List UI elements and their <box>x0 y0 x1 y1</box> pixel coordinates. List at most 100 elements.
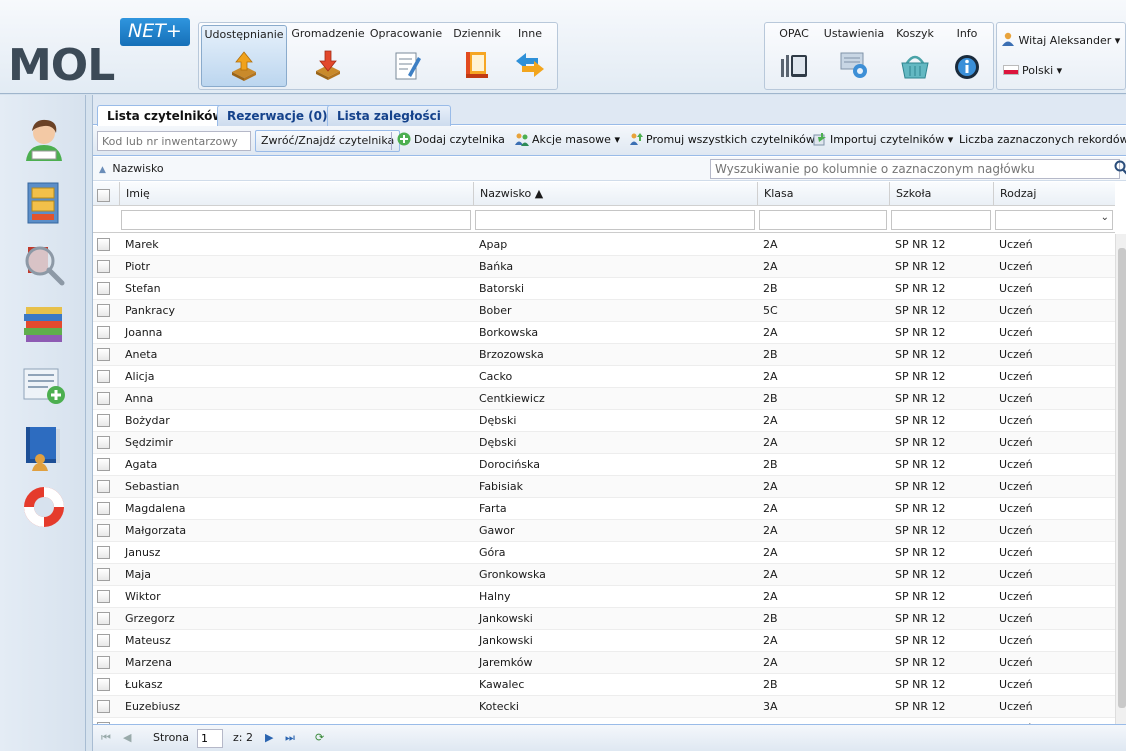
row-checkbox[interactable] <box>97 678 110 691</box>
row-checkbox[interactable] <box>97 304 110 317</box>
row-checkbox[interactable] <box>97 546 110 559</box>
import-readers-button[interactable]: Importuj czytelników ▾ <box>813 131 953 151</box>
nav-info[interactable]: Info <box>945 25 989 87</box>
nav-koszyk[interactable]: Koszyk <box>889 25 941 87</box>
table-row[interactable]: Wiktor Halny 2A SP NR 12 Uczeń <box>93 586 1115 608</box>
row-checkbox[interactable] <box>97 436 110 449</box>
language-menu[interactable]: Polski ▾ <box>1003 64 1062 77</box>
table-row[interactable]: Agata Dorocińska 2B SP NR 12 Uczeń <box>93 454 1115 476</box>
nav-opracowanie[interactable]: Opracowanie <box>367 25 445 87</box>
table-row[interactable]: Stefan Batorski 2B SP NR 12 Uczeń <box>93 278 1115 300</box>
row-checkbox[interactable] <box>97 480 110 493</box>
vertical-scrollbar[interactable] <box>1115 234 1126 724</box>
user-menu[interactable]: Witaj Aleksander ▾ <box>1001 32 1120 47</box>
filter-klasa[interactable] <box>759 210 887 230</box>
promote-all-button[interactable]: Promuj wszystkich czytelników <box>629 131 815 151</box>
tab-rezerwacje[interactable]: Rezerwacje (0) <box>217 105 338 126</box>
table-row[interactable]: Bożydar Dębski 2A SP NR 12 Uczeń <box>93 410 1115 432</box>
next-page-icon[interactable]: ▶ <box>265 731 273 744</box>
books-stack-icon[interactable] <box>20 299 68 347</box>
header-rodzaj[interactable]: Rodzaj <box>993 182 1115 206</box>
row-checkbox[interactable] <box>97 590 110 603</box>
cell-imie: Sebastian <box>125 480 180 493</box>
add-reader-button[interactable]: Dodaj czytelnika <box>397 131 505 151</box>
table-row[interactable]: Anna Centkiewicz 2B SP NR 12 Uczeń <box>93 388 1115 410</box>
table-row[interactable]: Grzegorz Jankowski 2B SP NR 12 Uczeń <box>93 608 1115 630</box>
lifebuoy-help-icon[interactable] <box>20 483 68 531</box>
header-klasa[interactable]: Klasa <box>757 182 889 206</box>
prev-page-icon[interactable]: ◀ <box>123 731 131 744</box>
select-all-checkbox[interactable] <box>97 189 110 202</box>
group-by-nazwisko[interactable]: ▲ Nazwisko <box>99 162 164 175</box>
row-checkbox[interactable] <box>97 568 110 581</box>
filter-imie[interactable] <box>121 210 471 230</box>
row-checkbox[interactable] <box>97 238 110 251</box>
cell-szkola: SP NR 12 <box>895 480 946 493</box>
row-checkbox[interactable] <box>97 348 110 361</box>
column-search-input[interactable] <box>710 159 1120 179</box>
cell-rodzaj: Uczeń <box>999 392 1033 405</box>
row-checkbox[interactable] <box>97 326 110 339</box>
table-row[interactable]: Janusz Góra 2A SP NR 12 Uczeń <box>93 542 1115 564</box>
row-checkbox[interactable] <box>97 700 110 713</box>
row-checkbox[interactable] <box>97 458 110 471</box>
table-row[interactable]: Mateusz Jankowski 2A SP NR 12 Uczeń <box>93 630 1115 652</box>
first-page-icon[interactable]: ⏮ <box>101 731 111 745</box>
table-row[interactable]: Pankracy Bober 5C SP NR 12 Uczeń <box>93 300 1115 322</box>
nav-ustawienia[interactable]: Ustawienia <box>821 25 887 87</box>
table-row[interactable]: Sebastian Fabisiak 2A SP NR 12 Uczeń <box>93 476 1115 498</box>
nav-gromadzenie[interactable]: Gromadzenie <box>291 25 365 87</box>
scrollbar-thumb[interactable] <box>1118 248 1126 708</box>
table-row[interactable]: Piotr Bańka 2A SP NR 12 Uczeń <box>93 256 1115 278</box>
nav-opac[interactable]: OPAC <box>769 25 819 87</box>
table-row[interactable]: Maja Gronkowska 2A SP NR 12 Uczeń <box>93 564 1115 586</box>
nav-inne[interactable]: Inne <box>505 25 555 87</box>
reader-book-icon[interactable] <box>20 423 68 471</box>
row-checkbox[interactable] <box>97 282 110 295</box>
tab-lista-zaleglosci[interactable]: Lista zaległości <box>327 105 451 126</box>
filter-nazwisko[interactable] <box>475 210 755 230</box>
cell-szkola: SP NR 12 <box>895 656 946 669</box>
filter-rodzaj-select[interactable]: ⌄ <box>995 210 1113 230</box>
reader-avatar-icon[interactable] <box>20 115 68 163</box>
table-row[interactable]: Sędzimir Dębski 2A SP NR 12 Uczeń <box>93 432 1115 454</box>
header-imie[interactable]: Imię <box>119 182 473 206</box>
table-row[interactable]: Alicja Cacko 2A SP NR 12 Uczeń <box>93 366 1115 388</box>
code-input[interactable] <box>97 131 251 151</box>
row-checkbox[interactable] <box>97 502 110 515</box>
search-icon[interactable] <box>1114 160 1126 176</box>
row-checkbox[interactable] <box>97 392 110 405</box>
row-checkbox[interactable] <box>97 634 110 647</box>
nav-udostepnianie[interactable]: Udostępnianie <box>201 25 287 87</box>
table-row[interactable]: Marzena Jaremków 2A SP NR 12 Uczeń <box>93 652 1115 674</box>
refresh-icon[interactable]: ⟳ <box>315 731 324 744</box>
row-checkbox[interactable] <box>97 260 110 273</box>
bulk-actions-button[interactable]: Akcje masowe ▾ <box>515 131 620 151</box>
table-row[interactable]: Euzebiusz Kotecki 3A SP NR 12 Uczeń <box>93 696 1115 718</box>
row-checkbox[interactable] <box>97 370 110 383</box>
tab-lista-czytelnikow[interactable]: Lista czytelników <box>97 105 234 127</box>
find-reader-button[interactable]: Zwróć/Znajdź czytelnika <box>255 130 401 152</box>
cell-szkola: SP NR 12 <box>895 458 946 471</box>
page-number-input[interactable] <box>197 729 223 748</box>
table-row[interactable]: Aneta Brzozowska 2B SP NR 12 Uczeń <box>93 344 1115 366</box>
table-row[interactable]: Joanna Borkowska 2A SP NR 12 Uczeń <box>93 322 1115 344</box>
filter-szkola[interactable] <box>891 210 991 230</box>
header-szkola[interactable]: Szkoła <box>889 182 993 206</box>
add-record-icon[interactable] <box>20 361 68 409</box>
pagination-bar: ⏮ ◀ Strona z: 2 ▶ ⏭ ⟳ <box>93 724 1126 751</box>
row-checkbox[interactable] <box>97 612 110 625</box>
table-row[interactable]: Marek Apap 2A SP NR 12 Uczeń <box>93 234 1115 256</box>
row-checkbox[interactable] <box>97 414 110 427</box>
last-page-icon[interactable]: ⏭ <box>285 731 295 745</box>
table-row[interactable]: Łukasz Kawalec 2B SP NR 12 Uczeń <box>93 674 1115 696</box>
nav-dziennik[interactable]: Dziennik <box>449 25 505 87</box>
catalog-drawer-icon[interactable] <box>20 179 68 227</box>
row-checkbox[interactable] <box>97 656 110 669</box>
magnifier-search-icon[interactable] <box>20 241 68 289</box>
header-nazwisko[interactable]: Nazwisko ▲ <box>473 182 757 206</box>
header-select-all[interactable] <box>93 182 119 206</box>
row-checkbox[interactable] <box>97 524 110 537</box>
table-row[interactable]: Magdalena Farta 2A SP NR 12 Uczeń <box>93 498 1115 520</box>
table-row[interactable]: Małgorzata Gawor 2A SP NR 12 Uczeń <box>93 520 1115 542</box>
